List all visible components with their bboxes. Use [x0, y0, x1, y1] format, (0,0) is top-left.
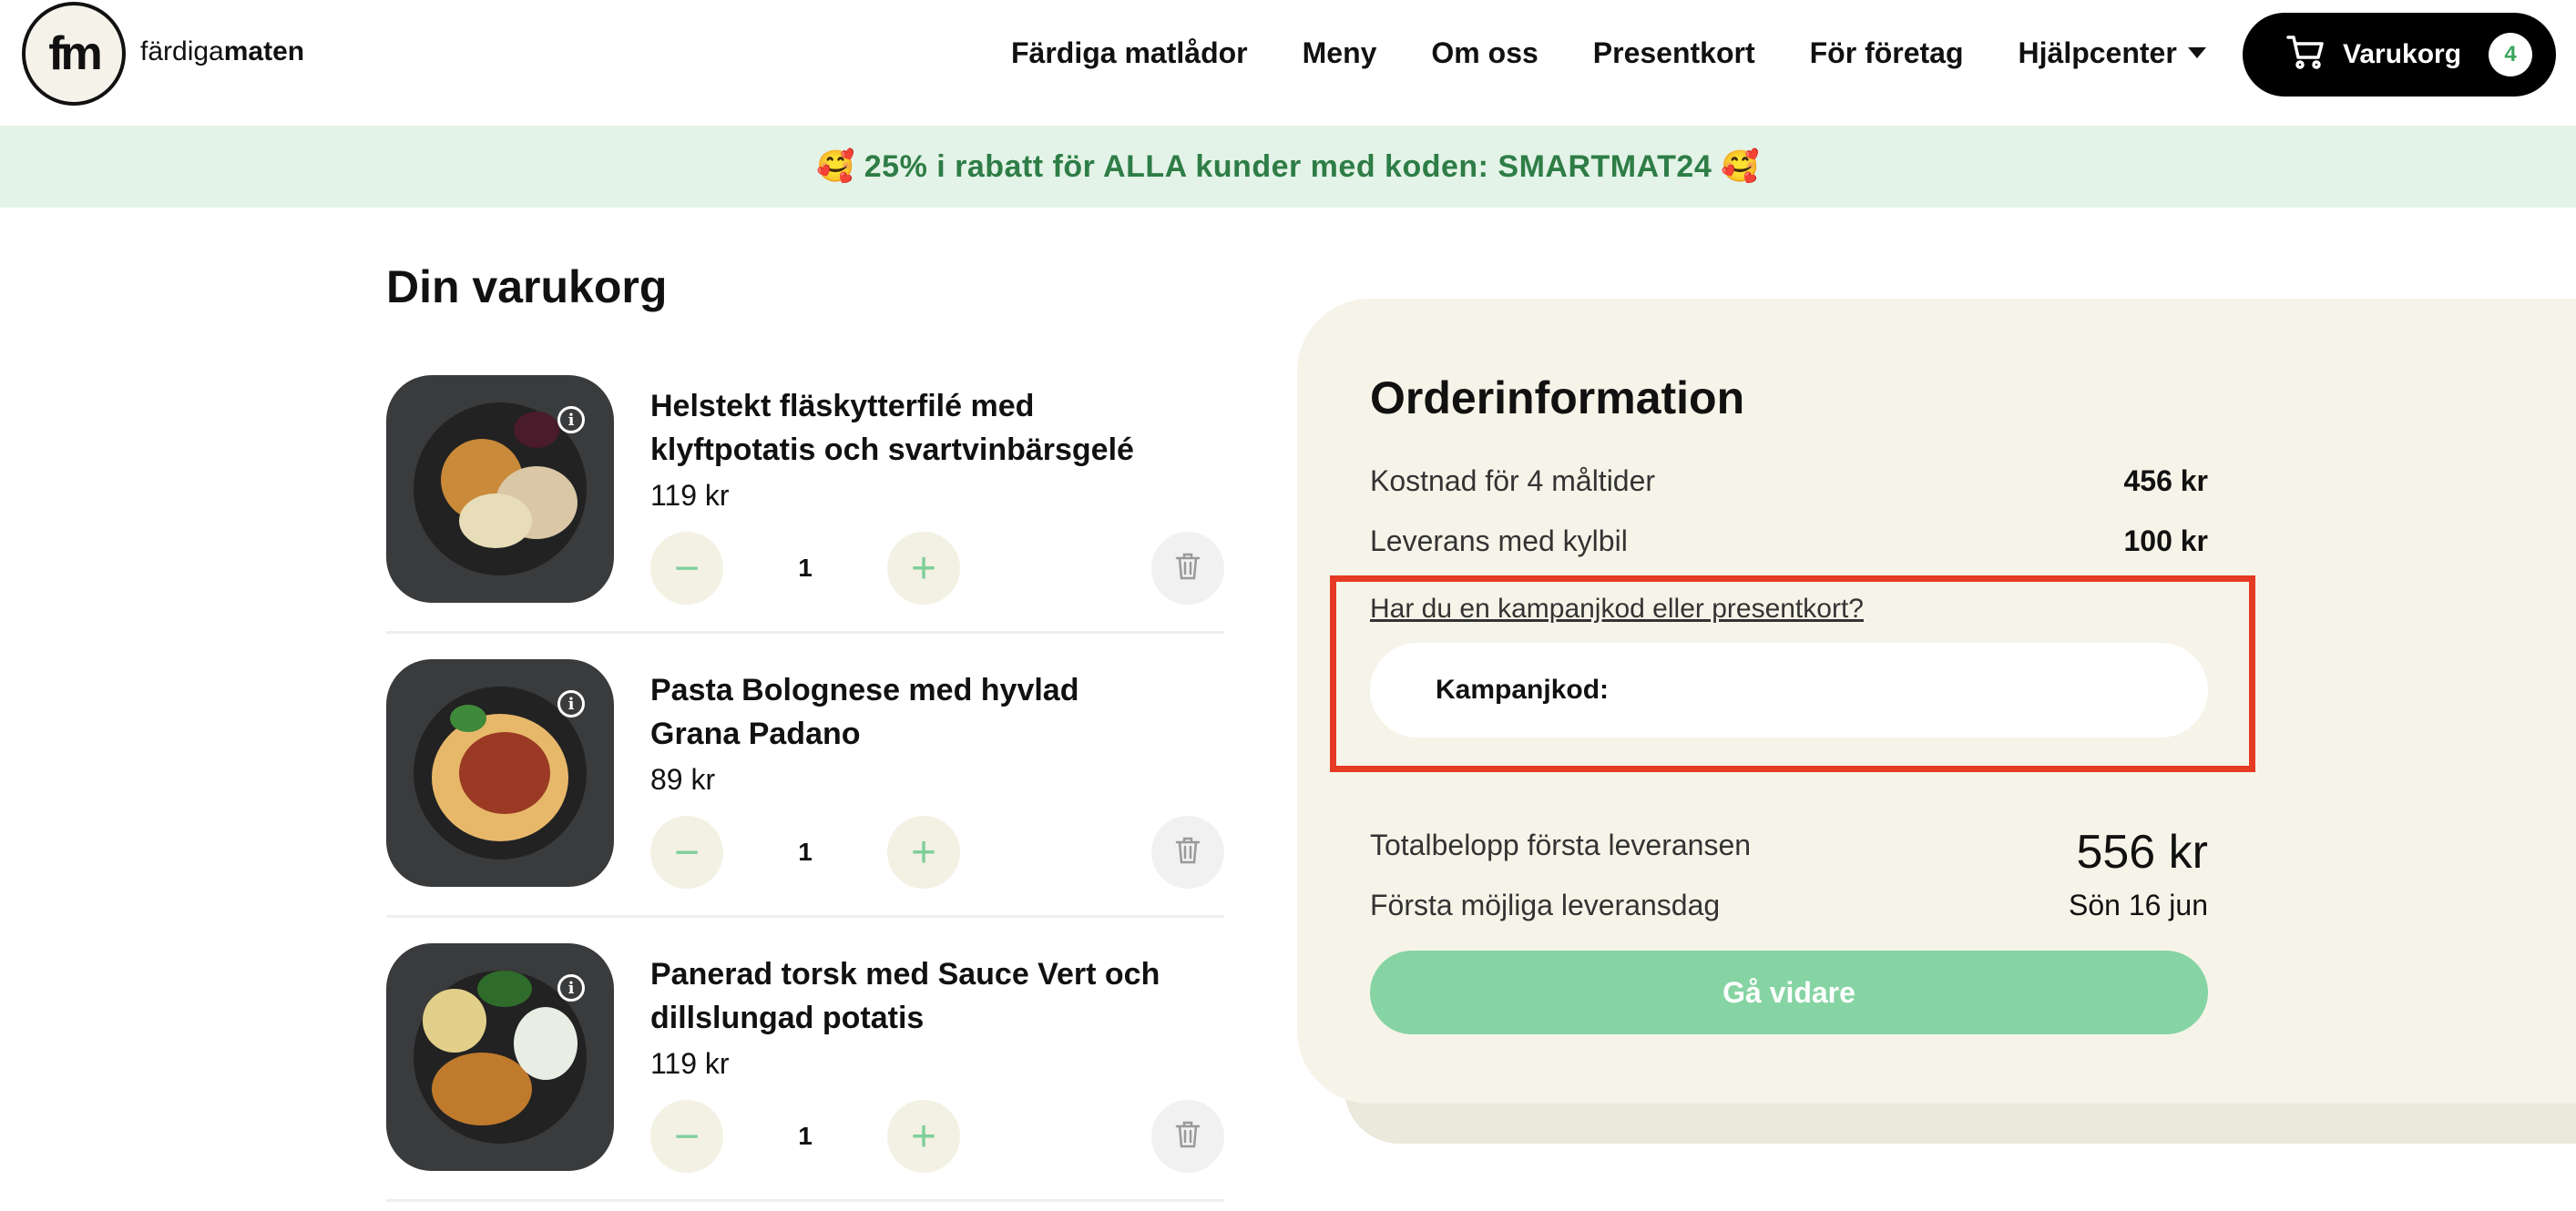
main-nav: Färdiga matlådor Meny Om oss Presentkort…	[1011, 33, 2206, 73]
cart-label: Varukorg	[2343, 39, 2462, 69]
campaign-code-input[interactable]	[1623, 675, 2171, 706]
cost-value: 456 kr	[2123, 464, 2208, 497]
nav-item-hjalpcenter-label: Hjälpcenter	[2018, 36, 2177, 69]
delivery-label: Leverans med kylbil	[1370, 524, 1628, 557]
plus-icon[interactable]: +	[887, 816, 960, 889]
cart-item: i Pasta Bolognese med hyvlad Grana Padan…	[386, 659, 1224, 918]
sauce-shape	[459, 494, 532, 548]
campaign-code-label: Kampanjkod:	[1436, 675, 1610, 705]
cart-count-badge: 4	[2489, 33, 2532, 76]
jelly-shape	[514, 412, 559, 448]
item-name: Panerad torsk med Sauce Vert och dillslu…	[650, 957, 1160, 1035]
order-title: Orderinformation	[1370, 372, 1745, 423]
logo-word-bold: maten	[223, 36, 305, 66]
basil-shape	[450, 705, 486, 732]
item-price: 89 kr	[650, 763, 716, 796]
minus-icon[interactable]: −	[650, 816, 723, 889]
cart-button[interactable]: Varukorg 4	[2243, 13, 2556, 97]
item-name: Pasta Bolognese med hyvlad Grana Padano	[650, 673, 1079, 751]
bolognese-shape	[459, 732, 550, 814]
quantity-value: 1	[798, 554, 813, 582]
nav-item-for-foretag[interactable]: För företag	[1810, 33, 1964, 73]
logo-word-light: färdiga	[140, 36, 224, 66]
chevron-down-icon	[2187, 47, 2206, 58]
minus-icon[interactable]: −	[650, 1100, 723, 1173]
remove-item-button[interactable]	[1151, 816, 1224, 889]
quantity-value: 1	[798, 1122, 813, 1150]
total-value: 556 kr	[2076, 826, 2208, 879]
plus-icon[interactable]: +	[887, 532, 960, 605]
trash-icon	[1175, 1120, 1201, 1154]
cart-item: i Panerad torsk med Sauce Vert och dills…	[386, 943, 1224, 1202]
site-header: fm färdigamaten Färdiga matlådor Meny Om…	[0, 0, 2576, 126]
cart-icon	[2286, 35, 2325, 76]
promo-banner: 🥰 25% i rabatt för ALLA kunder med koden…	[0, 126, 2576, 208]
cart-item: i Helstekt fläskytterfilé med klyftpotat…	[386, 375, 1224, 634]
quantity-value: 1	[798, 838, 813, 866]
trash-icon	[1175, 836, 1201, 870]
info-icon[interactable]: i	[557, 690, 585, 717]
info-icon[interactable]: i	[557, 974, 585, 1002]
plus-icon[interactable]: +	[887, 1100, 960, 1173]
cost-label: Kostnad för 4 måltider	[1370, 464, 1656, 497]
logo-mark[interactable]: fm	[22, 2, 126, 106]
logo-wordmark[interactable]: färdigamaten	[140, 36, 304, 67]
nav-item-hjalpcenter[interactable]: Hjälpcenter	[2019, 33, 2206, 73]
campaign-code-link[interactable]: Har du en kampanjkod eller presentkort?	[1370, 594, 1864, 625]
potato-shape	[423, 989, 486, 1053]
delivery-value: 100 kr	[2123, 524, 2208, 557]
promo-banner-text: 🥰 25% i rabatt för ALLA kunder med koden…	[815, 149, 1761, 184]
cart-title: Din varukorg	[386, 261, 668, 312]
cod-shape	[432, 1053, 532, 1125]
meal-image[interactable]: i	[386, 659, 614, 887]
item-price: 119 kr	[650, 479, 730, 512]
minus-icon[interactable]: −	[650, 532, 723, 605]
info-icon[interactable]: i	[557, 406, 585, 433]
continue-button[interactable]: Gå vidare	[1370, 951, 2208, 1034]
beans-shape	[477, 971, 532, 1007]
item-price: 119 kr	[650, 1047, 730, 1080]
item-name: Helstekt fläskytterfilé med klyftpotatis…	[650, 389, 1134, 467]
meal-image[interactable]: i	[386, 375, 614, 603]
trash-icon	[1175, 552, 1201, 585]
nav-item-presentkort[interactable]: Presentkort	[1593, 33, 1755, 73]
meal-image[interactable]: i	[386, 943, 614, 1171]
nav-item-meny[interactable]: Meny	[1303, 33, 1377, 73]
first-delivery-label: Första möjliga leveransdag	[1370, 889, 1721, 921]
remove-item-button[interactable]	[1151, 532, 1224, 605]
nav-item-om-oss[interactable]: Om oss	[1431, 33, 1538, 73]
first-delivery-value: Sön 16 jun	[2068, 889, 2208, 921]
sauce-shape	[514, 1007, 578, 1080]
total-label: Totalbelopp första leveransen	[1370, 829, 1752, 861]
campaign-code-field[interactable]: Kampanjkod:	[1370, 643, 2208, 738]
nav-item-fardiga-matlador[interactable]: Färdiga matlådor	[1011, 33, 1248, 73]
remove-item-button[interactable]	[1151, 1100, 1224, 1173]
